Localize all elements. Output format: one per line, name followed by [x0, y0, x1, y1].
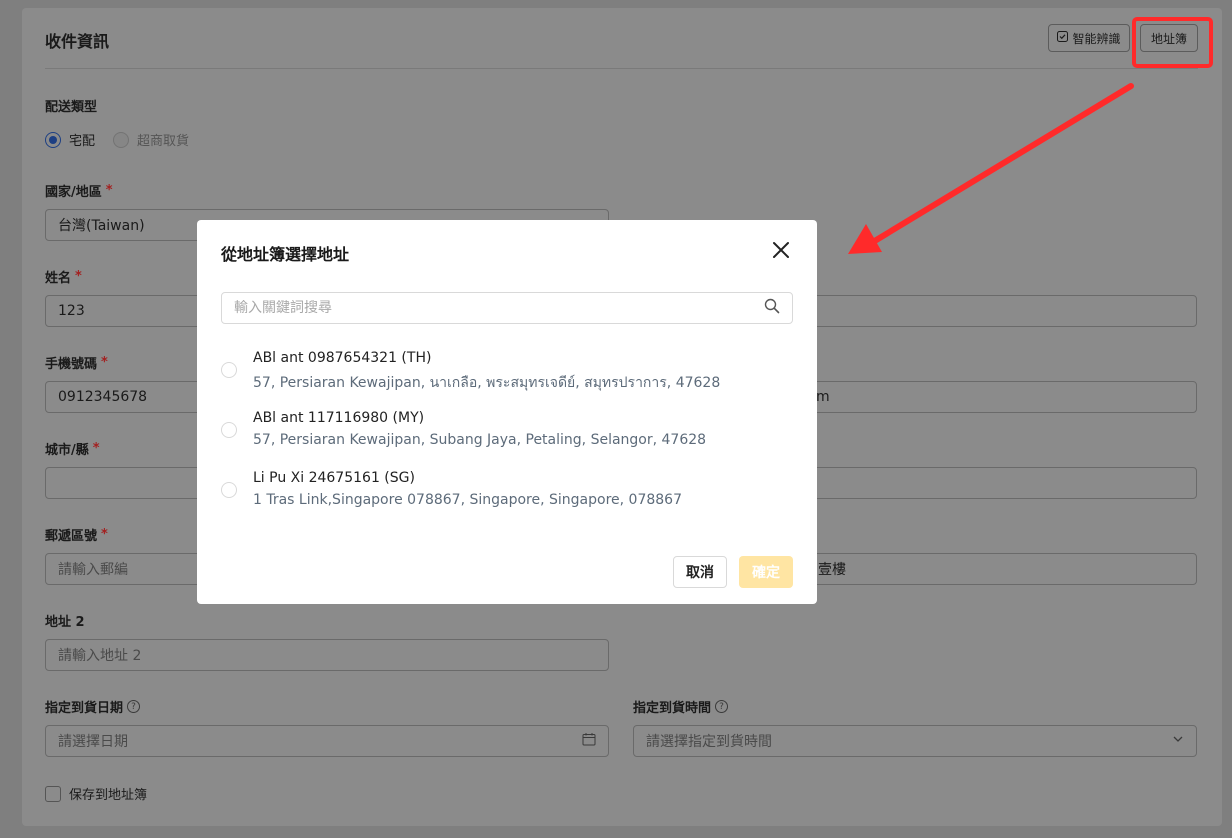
chevron-down-icon [1172, 733, 1184, 749]
delivery-type-label: 配送類型 [45, 100, 98, 115]
help-icon[interactable]: ? [127, 700, 141, 713]
radio-unchecked-icon[interactable] [221, 422, 237, 438]
cancel-button[interactable]: 取消 [673, 556, 727, 588]
confirm-button[interactable]: 確定 [739, 556, 793, 588]
address-option[interactable]: Li Pu Xi 24675161 (SG) 1 Tras Link,Singa… [221, 468, 793, 528]
radio-checked-icon [45, 131, 61, 148]
card-title: 收件資訊 [45, 32, 110, 51]
country-label: 國家/地區 * [45, 183, 113, 200]
delivery-date-label: 指定到貨日期? [45, 697, 141, 716]
address-name: Li Pu Xi 24675161 (SG) [253, 470, 415, 486]
address2-label: 地址 2 [45, 615, 85, 630]
radio-unchecked-icon[interactable] [221, 362, 237, 378]
save-to-address-book[interactable]: 保存到地址簿 [45, 784, 147, 803]
modal-footer: 取消 確定 [673, 556, 793, 588]
delivery-time-select[interactable]: 請選擇指定到貨時間 [633, 725, 1197, 757]
zip-label: 郵遞區號 * [45, 527, 108, 544]
close-icon[interactable] [771, 240, 791, 260]
address-option[interactable]: ABl ant 117116980 (MY) 57, Persiaran Kew… [221, 408, 793, 468]
search-box [221, 292, 793, 324]
name-label: 姓名 * [45, 269, 82, 286]
checkbox-icon [1057, 31, 1069, 45]
calendar-icon [582, 732, 596, 750]
address-name: ABl ant 0987654321 (TH) [253, 350, 432, 366]
radio-disabled-icon [113, 131, 130, 148]
radio-store-pickup[interactable]: 超商取貨 [113, 130, 189, 149]
radio-unchecked-icon[interactable] [221, 482, 237, 498]
address2-input[interactable]: 請輸入地址 2 [45, 639, 609, 671]
radio-home-delivery[interactable]: 宅配 [45, 130, 95, 149]
delivery-date-picker[interactable]: 請選擇日期 [45, 725, 609, 757]
phone-label: 手機號碼 * [45, 355, 108, 372]
address-name: ABl ant 117116980 (MY) [253, 410, 425, 426]
header-divider [45, 68, 1198, 69]
delivery-time-label: 指定到貨時間? [633, 697, 729, 716]
checkbox-icon [45, 785, 61, 802]
smart-recognize-button[interactable]: 智能辨識 [1048, 24, 1130, 52]
smart-recognize-label: 智能辨識 [1072, 31, 1121, 46]
address-detail: 1 Tras Link,Singapore 078867, Singapore,… [253, 492, 682, 508]
address-list: ABl ant 0987654321 (TH) 57, Persiaran Ke… [221, 348, 793, 528]
modal-title: 從地址簿選擇地址 [221, 245, 350, 264]
search-icon[interactable] [764, 298, 780, 318]
address-option[interactable]: ABl ant 0987654321 (TH) 57, Persiaran Ke… [221, 348, 793, 408]
city-label: 城市/縣 * [45, 441, 100, 458]
address-detail: 57, Persiaran Kewajipan, นาเกลือ, พระสมุ… [253, 375, 721, 391]
delivery-type-radio-group: 宅配 超商取貨 [45, 130, 189, 149]
help-icon[interactable]: ? [715, 700, 729, 713]
search-input[interactable] [234, 300, 734, 316]
address-book-modal: 從地址簿選擇地址 ABl ant 0987654321 (TH) 57, Per… [197, 220, 817, 604]
address-detail: 57, Persiaran Kewajipan, Subang Jaya, Pe… [253, 432, 707, 448]
annotation-highlight-box [1132, 17, 1213, 68]
